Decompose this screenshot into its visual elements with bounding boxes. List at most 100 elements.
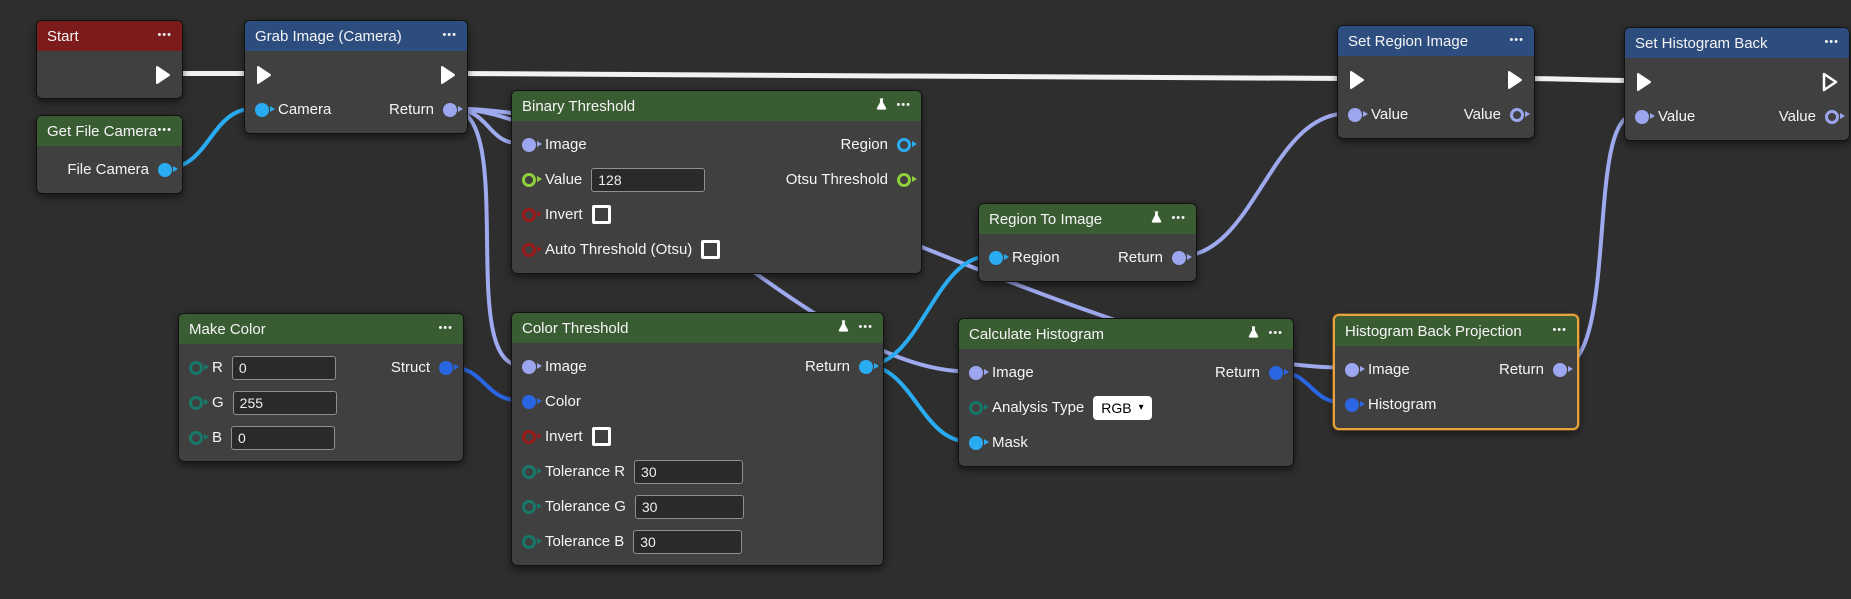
tolerance-g-input[interactable] [635, 495, 744, 519]
more-menu-icon[interactable]: ••• [157, 125, 172, 136]
pin-image-input[interactable] [1345, 363, 1359, 377]
more-menu-icon[interactable]: ••• [1268, 328, 1283, 339]
node-header[interactable]: Region To Image ••• [979, 204, 1196, 234]
node-header[interactable]: Calculate Histogram ••• [959, 319, 1293, 349]
pin-label: Value [1371, 106, 1408, 123]
pin-histogram-input[interactable] [1345, 398, 1359, 412]
pin-label: Return [805, 358, 850, 375]
pin-tolerance-g-input[interactable] [522, 500, 536, 514]
more-menu-icon[interactable]: ••• [1509, 35, 1524, 46]
pin-label: Struct [391, 359, 430, 376]
chevron-down-icon: ▾ [1139, 403, 1144, 413]
analysis-type-select[interactable]: RGB ▾ [1093, 396, 1151, 420]
node-set-histogram-back[interactable]: Set Histogram Back ••• Valu [1624, 27, 1850, 141]
pin-value-output[interactable] [1825, 110, 1839, 124]
pin-value-input[interactable] [522, 173, 536, 187]
pin-struct-output[interactable] [439, 361, 453, 375]
r-input[interactable] [232, 356, 336, 380]
exec-in-pin[interactable] [1348, 69, 1366, 91]
pin-mask-input[interactable] [969, 436, 983, 450]
invert-checkbox[interactable] [592, 205, 611, 224]
pin-tolerance-b-input[interactable] [522, 535, 536, 549]
pin-label: Histogram [1368, 396, 1436, 413]
pin-image-input[interactable] [969, 366, 983, 380]
pin-label: G [212, 394, 224, 411]
pin-tolerance-r-input[interactable] [522, 465, 536, 479]
exec-in-pin[interactable] [255, 64, 273, 86]
pin-return-output[interactable] [1553, 363, 1567, 377]
pin-region-output[interactable] [897, 138, 911, 152]
pin-g-input[interactable] [189, 396, 203, 410]
pin-b-input[interactable] [189, 431, 203, 445]
node-header[interactable]: Color Threshold ••• [512, 313, 883, 343]
node-header[interactable]: Grab Image (Camera) ••• [245, 21, 467, 51]
value-input[interactable] [591, 168, 705, 192]
node-make-color[interactable]: Make Color ••• R Struct G [178, 313, 464, 462]
tolerance-b-input[interactable] [633, 530, 742, 554]
pin-label: Return [389, 101, 434, 118]
node-header[interactable]: Histogram Back Projection ••• [1335, 316, 1577, 346]
invert-checkbox[interactable] [592, 427, 611, 446]
pin-return-output[interactable] [443, 103, 457, 117]
more-menu-icon[interactable]: ••• [157, 30, 172, 41]
wire-exec-set-region-image-to-set-histogram-back[interactable] [1521, 79, 1636, 81]
node-binary-threshold[interactable]: Binary Threshold ••• Image Region [511, 90, 922, 274]
node-header[interactable]: Start ••• [37, 21, 182, 51]
wire-region-to-image-return-to-set-region-value[interactable] [1179, 114, 1347, 257]
more-menu-icon[interactable]: ••• [438, 323, 453, 334]
more-menu-icon[interactable]: ••• [1824, 37, 1839, 48]
b-input[interactable] [231, 426, 335, 450]
pin-label: Value [1658, 108, 1695, 125]
exec-out-pin[interactable] [154, 64, 172, 86]
exec-out-pin[interactable] [1821, 71, 1839, 93]
more-menu-icon[interactable]: ••• [442, 30, 457, 41]
node-grab-image-camera[interactable]: Grab Image (Camera) ••• Cam [244, 20, 468, 134]
node-calculate-histogram[interactable]: Calculate Histogram ••• Image Return [958, 318, 1294, 467]
node-set-region-image[interactable]: Set Region Image ••• Value [1337, 25, 1535, 139]
node-header[interactable]: Get File Camera ••• [37, 116, 182, 146]
more-menu-icon[interactable]: ••• [896, 100, 911, 111]
pin-image-input[interactable] [522, 360, 536, 374]
pin-invert-input[interactable] [522, 208, 536, 222]
node-title: Grab Image (Camera) [255, 28, 442, 45]
node-get-file-camera[interactable]: Get File Camera ••• File Camera [36, 115, 183, 194]
node-header[interactable]: Make Color ••• [179, 314, 463, 344]
pin-otsu-threshold-output[interactable] [897, 173, 911, 187]
auto-threshold-checkbox[interactable] [701, 240, 720, 259]
node-editor-canvas[interactable]: Start ••• Get File Camera ••• File Camer… [0, 0, 1851, 599]
more-menu-icon[interactable]: ••• [1552, 325, 1567, 336]
pin-file-camera-output[interactable] [158, 163, 172, 177]
pin-label: Image [992, 364, 1034, 381]
pin-color-input[interactable] [522, 395, 536, 409]
wire-exec-grab-image-to-set-region-image[interactable] [454, 74, 1349, 79]
exec-out-pin[interactable] [439, 64, 457, 86]
pin-camera-input[interactable] [255, 103, 269, 117]
node-header[interactable]: Set Region Image ••• [1338, 26, 1534, 56]
exec-out-pin[interactable] [1506, 69, 1524, 91]
pin-return-output[interactable] [859, 360, 873, 374]
node-color-threshold[interactable]: Color Threshold ••• Image Return [511, 312, 884, 566]
exec-in-pin[interactable] [1635, 71, 1653, 93]
g-input[interactable] [233, 391, 337, 415]
pin-auto-threshold-input[interactable] [522, 243, 536, 257]
pin-return-output[interactable] [1172, 251, 1186, 265]
pin-return-output[interactable] [1269, 366, 1283, 380]
node-header[interactable]: Binary Threshold ••• [512, 91, 921, 121]
node-histogram-back-projection[interactable]: Histogram Back Projection ••• Image Retu… [1333, 314, 1579, 430]
pin-value-output[interactable] [1510, 108, 1524, 122]
node-header[interactable]: Set Histogram Back ••• [1625, 28, 1849, 58]
pin-r-input[interactable] [189, 361, 203, 375]
pin-region-input[interactable] [989, 251, 1003, 265]
pin-label: B [212, 429, 222, 446]
more-menu-icon[interactable]: ••• [1171, 213, 1186, 224]
pin-value-input[interactable] [1635, 110, 1649, 124]
flask-icon [875, 97, 888, 115]
pin-value-input[interactable] [1348, 108, 1362, 122]
pin-image-input[interactable] [522, 138, 536, 152]
pin-invert-input[interactable] [522, 430, 536, 444]
more-menu-icon[interactable]: ••• [858, 322, 873, 333]
pin-analysis-type-input[interactable] [969, 401, 983, 415]
node-region-to-image[interactable]: Region To Image ••• Region Return [978, 203, 1197, 282]
node-start[interactable]: Start ••• [36, 20, 183, 99]
tolerance-r-input[interactable] [634, 460, 743, 484]
